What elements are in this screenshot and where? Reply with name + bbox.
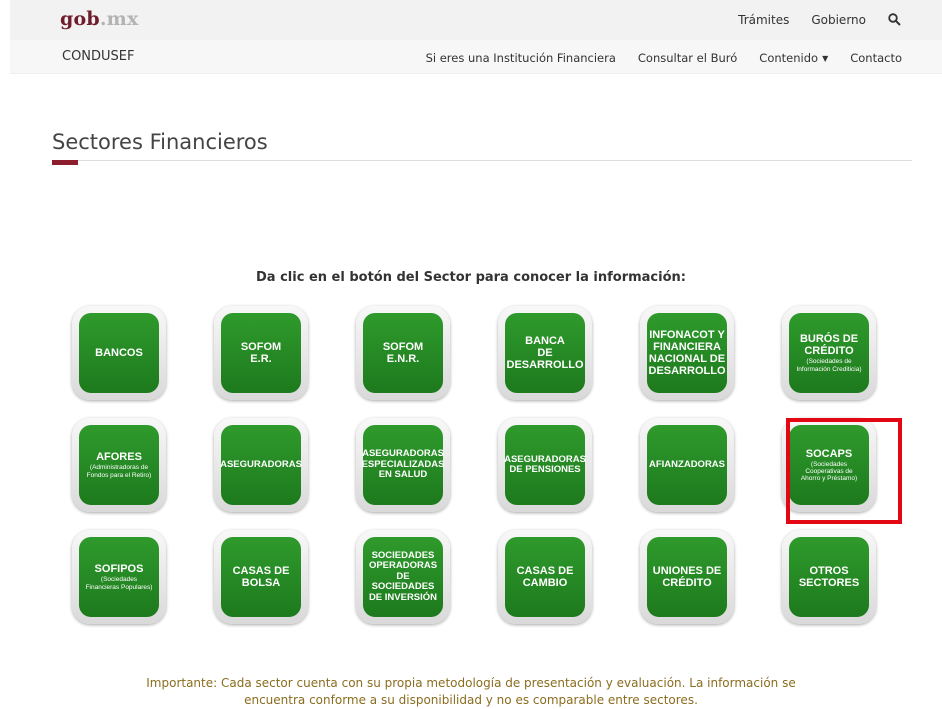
sector-button-face: CASAS DE CAMBIO xyxy=(505,537,585,617)
sector-label: BANCA DE DESARROLLO xyxy=(506,334,584,372)
sector-button[interactable]: OTROS SECTORES xyxy=(782,530,876,624)
sector-sublabel: (Sociedades Financieras Populares) xyxy=(85,576,153,591)
sector-sublabel: (Sociedades de Información Crediticia) xyxy=(796,358,862,373)
sector-button[interactable]: BANCA DE DESARROLLO xyxy=(498,306,592,400)
sector-button[interactable]: CASAS DE BOLSA xyxy=(214,530,308,624)
sector-label: SOFOM E.N.R. xyxy=(382,340,424,365)
sector-label: SOCIEDADES OPERADORAS DE SOCIEDADES DE I… xyxy=(368,549,438,603)
sector-label: OTROS SECTORES xyxy=(798,564,860,589)
search-icon[interactable] xyxy=(888,13,902,27)
sector-sublabel: (Administradoras de Fondos para el Retir… xyxy=(86,464,152,479)
sector-label: CASAS DE BOLSA xyxy=(232,564,290,589)
sector-button-face: SOCIEDADES OPERADORAS DE SOCIEDADES DE I… xyxy=(363,537,443,617)
sector-label: INFONACOT Y FINANCIERA NACIONAL DE DESAR… xyxy=(648,328,726,378)
top-links: Trámites Gobierno xyxy=(738,13,902,27)
sector-label: ASEGURADORAS ESPECIALIZADAS EN SALUD xyxy=(361,448,445,481)
sub-nav: Si eres una Institución Financiera Consu… xyxy=(426,51,902,65)
sector-label: CASAS DE CAMBIO xyxy=(516,564,574,589)
brand-condusef[interactable]: CONDUSEF xyxy=(62,49,135,64)
sector-button[interactable]: SOCIEDADES OPERADORAS DE SOCIEDADES DE I… xyxy=(356,530,450,624)
sector-label: UNIONES DE CRÉDITO xyxy=(652,564,722,589)
sector-button-face: AFIANZADORAS xyxy=(647,425,727,505)
title-divider xyxy=(52,160,912,161)
sector-button[interactable]: AFORES (Administradoras de Fondos para el… xyxy=(72,418,166,512)
sector-button-face: SOFOM E.N.R. xyxy=(363,313,443,393)
sector-button-face: BANCOS xyxy=(79,313,159,393)
caret-down-icon: ▼ xyxy=(822,54,829,63)
title-accent-bar xyxy=(52,160,78,165)
sector-button[interactable]: SOFOM E.N.R. xyxy=(356,306,450,400)
page-title: Sectores Financieros xyxy=(52,130,268,154)
gobmx-logo[interactable]: gob.mx xyxy=(60,8,139,30)
instruction-text: Da clic en el botón del Sector para cono… xyxy=(256,270,686,285)
nav-institucion-financiera[interactable]: Si eres una Institución Financiera xyxy=(426,51,616,65)
sector-button-face: OTROS SECTORES xyxy=(789,537,869,617)
nav-contacto[interactable]: Contacto xyxy=(850,51,902,65)
sector-label: BURÓS DE CRÉDITO xyxy=(799,333,859,358)
nav-consultar-buro[interactable]: Consultar el Buró xyxy=(638,51,737,65)
sector-label: AFIANZADORAS xyxy=(649,458,725,470)
sector-button[interactable]: AFIANZADORAS xyxy=(640,418,734,512)
sector-label: BANCOS xyxy=(95,346,143,359)
sector-button-face: UNIONES DE CRÉDITO xyxy=(647,537,727,617)
sector-label: ASEGURADORAS DE PENSIONES xyxy=(504,453,586,475)
nav-contenido[interactable]: Contenido ▼ xyxy=(759,51,828,65)
sector-grid: BANCOS SOFOM E.R. SOFOM E.N.R. BANCA DE DES… xyxy=(72,306,892,624)
note-line-2: encuentra conforme a su disponibilidad y… xyxy=(244,693,698,707)
sector-button-face: SOFOM E.R. xyxy=(221,313,301,393)
sector-button-face: ASEGURADORAS xyxy=(220,425,302,505)
disclaimer-note: Importante: Cada sector cuenta con su pr… xyxy=(0,675,942,709)
sector-button[interactable]: INFONACOT Y FINANCIERA NACIONAL DE DESAR… xyxy=(640,306,734,400)
sector-button-face: BANCA DE DESARROLLO xyxy=(505,313,585,393)
link-gobierno[interactable]: Gobierno xyxy=(811,13,866,27)
sector-button[interactable]: SOFOM E.R. xyxy=(214,306,308,400)
sector-button[interactable]: CASAS DE CAMBIO xyxy=(498,530,592,624)
sector-button[interactable]: BURÓS DE CRÉDITO (Sociedades de Informaci… xyxy=(782,306,876,400)
sector-button-face: BURÓS DE CRÉDITO (Sociedades de Informaci… xyxy=(789,313,869,393)
sector-button[interactable]: ASEGURADORAS ESPECIALIZADAS EN SALUD xyxy=(356,418,450,512)
sub-nav-bar: CONDUSEF Si eres una Institución Financi… xyxy=(10,40,942,74)
sector-button-face: INFONACOT Y FINANCIERA NACIONAL DE DESAR… xyxy=(647,313,727,393)
sector-button-face: SOFIPOS (Sociedades Financieras Populares… xyxy=(79,537,159,617)
sector-button[interactable]: ASEGURADORAS xyxy=(214,418,308,512)
note-line-1: Importante: Cada sector cuenta con su pr… xyxy=(146,676,796,690)
sector-label: SOFIPOS xyxy=(94,563,144,576)
sector-button[interactable]: ASEGURADORAS DE PENSIONES xyxy=(498,418,592,512)
link-tramites[interactable]: Trámites xyxy=(738,13,789,27)
selection-highlight xyxy=(786,418,902,524)
sector-label: SOFOM E.R. xyxy=(240,340,282,365)
sector-button-face: CASAS DE BOLSA xyxy=(221,537,301,617)
sector-button[interactable]: UNIONES DE CRÉDITO xyxy=(640,530,734,624)
sector-label: AFORES xyxy=(96,451,142,464)
sector-button[interactable]: BANCOS xyxy=(72,306,166,400)
sector-label: ASEGURADORAS xyxy=(220,458,302,470)
sector-button-face: ASEGURADORAS ESPECIALIZADAS EN SALUD xyxy=(361,425,445,505)
sector-button-face: AFORES (Administradoras de Fondos para el… xyxy=(79,425,159,505)
sector-button[interactable]: SOFIPOS (Sociedades Financieras Populares… xyxy=(72,530,166,624)
top-bar: gob.mx Trámites Gobierno xyxy=(10,0,942,40)
sector-button-face: ASEGURADORAS DE PENSIONES xyxy=(504,425,586,505)
